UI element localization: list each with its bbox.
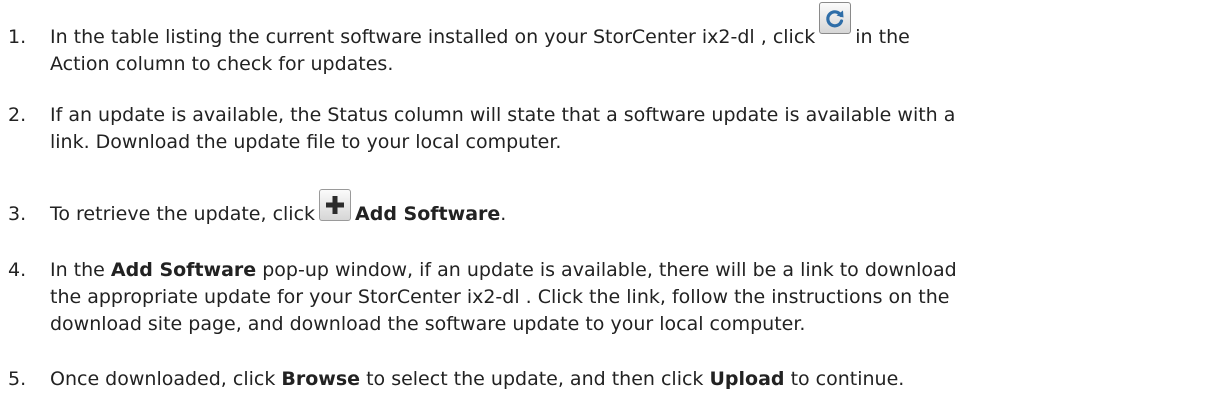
step-text: Once downloaded, click Browse to select … — [50, 366, 904, 393]
upload-label: Upload — [709, 368, 785, 390]
step-text-part: to continue. — [790, 368, 905, 390]
step-text-part: Once downloaded, click — [50, 368, 276, 390]
step-number: 2. — [8, 104, 27, 126]
step-text-line: If an update is available, the Status co… — [50, 104, 956, 126]
add-software-label: Add Software — [355, 203, 501, 225]
step-text-part: in the — [855, 26, 910, 48]
step-text-part: In the — [50, 259, 105, 281]
step-text-part: To retrieve the update, click — [50, 203, 316, 225]
step-text: In the table listing the current softwar… — [50, 2, 910, 78]
step-text-part: pop-up window, if an update is available… — [262, 259, 957, 281]
add-icon — [319, 189, 352, 221]
step-number: 3. — [8, 203, 27, 225]
step-text-part: In the table listing the current softwar… — [50, 26, 816, 48]
step-text: In the Add Software pop-up window, if an… — [50, 257, 957, 338]
step-text-line: link. Download the update file to your l… — [50, 131, 562, 153]
step-text: If an update is available, the Status co… — [50, 102, 955, 156]
step-text-part: . — [500, 203, 507, 225]
step-text-line: download site page, and download the sof… — [50, 313, 806, 335]
browse-label: Browse — [281, 368, 361, 390]
step-number: 5. — [8, 368, 27, 390]
step-text-line: Action column to check for updates. — [50, 53, 394, 75]
step-number: 1. — [8, 26, 27, 48]
add-software-label: Add Software — [110, 259, 257, 281]
step-number: 4. — [8, 259, 27, 281]
refresh-icon — [819, 2, 852, 34]
step-text-part: to select the update, and then click — [366, 368, 704, 390]
step-text: To retrieve the update, click Add Softwa… — [50, 189, 507, 228]
step-text-line: the appropriate update for your StorCent… — [50, 286, 950, 308]
